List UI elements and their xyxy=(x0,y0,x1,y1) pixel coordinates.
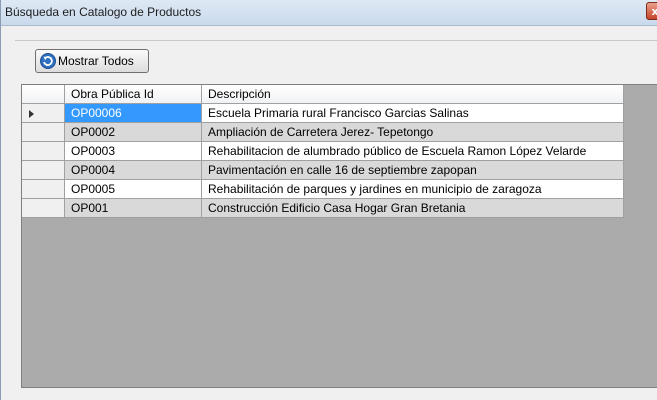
table-row[interactable]: OP001 Construcción Edificio Casa Hogar Gr… xyxy=(22,199,624,218)
show-all-label: Mostrar Todos xyxy=(58,54,134,68)
window-title: Búsqueda en Catalogo de Productos xyxy=(5,5,202,19)
cell-description[interactable]: Ampliación de Carretera Jerez- Tepetongo xyxy=(202,123,624,141)
row-header-cell[interactable] xyxy=(22,180,65,198)
column-header-description[interactable]: Descripción xyxy=(202,85,624,103)
cell-description[interactable]: Pavimentación en calle 16 de septiembre … xyxy=(202,161,624,179)
cell-description[interactable]: Rehabilitacion de alumbrado público de E… xyxy=(202,142,624,160)
grid-rows: OP00006 Escuela Primaria rural Francisco … xyxy=(22,104,624,218)
table-row[interactable]: OP0004 Pavimentación en calle 16 de septi… xyxy=(22,161,624,180)
close-button[interactable]: x xyxy=(646,2,657,20)
cell-description[interactable]: Rehabilitación de parques y jardines en … xyxy=(202,180,624,198)
show-all-button[interactable]: Mostrar Todos xyxy=(35,49,149,73)
row-header-cell[interactable] xyxy=(22,199,65,217)
close-icon: x xyxy=(651,5,657,18)
catalog-search-window: Búsqueda en Catalogo de Productos x Most… xyxy=(0,0,657,400)
row-header-column xyxy=(22,85,65,103)
cell-description[interactable]: Construcción Edificio Casa Hogar Gran Br… xyxy=(202,199,624,217)
table-row[interactable]: OP00006 Escuela Primaria rural Francisco … xyxy=(22,104,624,123)
column-header-id[interactable]: Obra Pública Id xyxy=(65,85,202,103)
row-header-cell[interactable] xyxy=(22,142,65,160)
cell-obra-id[interactable]: OP0003 xyxy=(65,142,202,160)
cell-obra-id[interactable]: OP001 xyxy=(65,199,202,217)
row-header-cell[interactable] xyxy=(22,104,65,122)
table-row[interactable]: OP0002 Ampliación de Carretera Jerez- Tep… xyxy=(22,123,624,142)
toolbar-divider xyxy=(15,40,657,41)
table-row[interactable]: OP0003 Rehabilitacion de alumbrado públic… xyxy=(22,142,624,161)
row-header-cell[interactable] xyxy=(22,123,65,141)
title-bar[interactable]: Búsqueda en Catalogo de Productos x xyxy=(1,0,657,26)
current-row-arrow-icon xyxy=(29,110,34,118)
cell-obra-id[interactable]: OP0002 xyxy=(65,123,202,141)
cell-description[interactable]: Escuela Primaria rural Francisco Garcias… xyxy=(202,104,624,122)
cell-obra-id[interactable]: OP00006 xyxy=(65,104,202,122)
table-row[interactable]: OP0005 Rehabilitación de parques y jardin… xyxy=(22,180,624,199)
cell-obra-id[interactable]: OP0005 xyxy=(65,180,202,198)
row-header-cell[interactable] xyxy=(22,161,65,179)
products-grid[interactable]: Obra Pública Id Descripción OP00006 Escue… xyxy=(21,84,657,388)
refresh-icon xyxy=(40,53,56,69)
cell-obra-id[interactable]: OP0004 xyxy=(65,161,202,179)
grid-header: Obra Pública Id Descripción xyxy=(22,85,624,104)
